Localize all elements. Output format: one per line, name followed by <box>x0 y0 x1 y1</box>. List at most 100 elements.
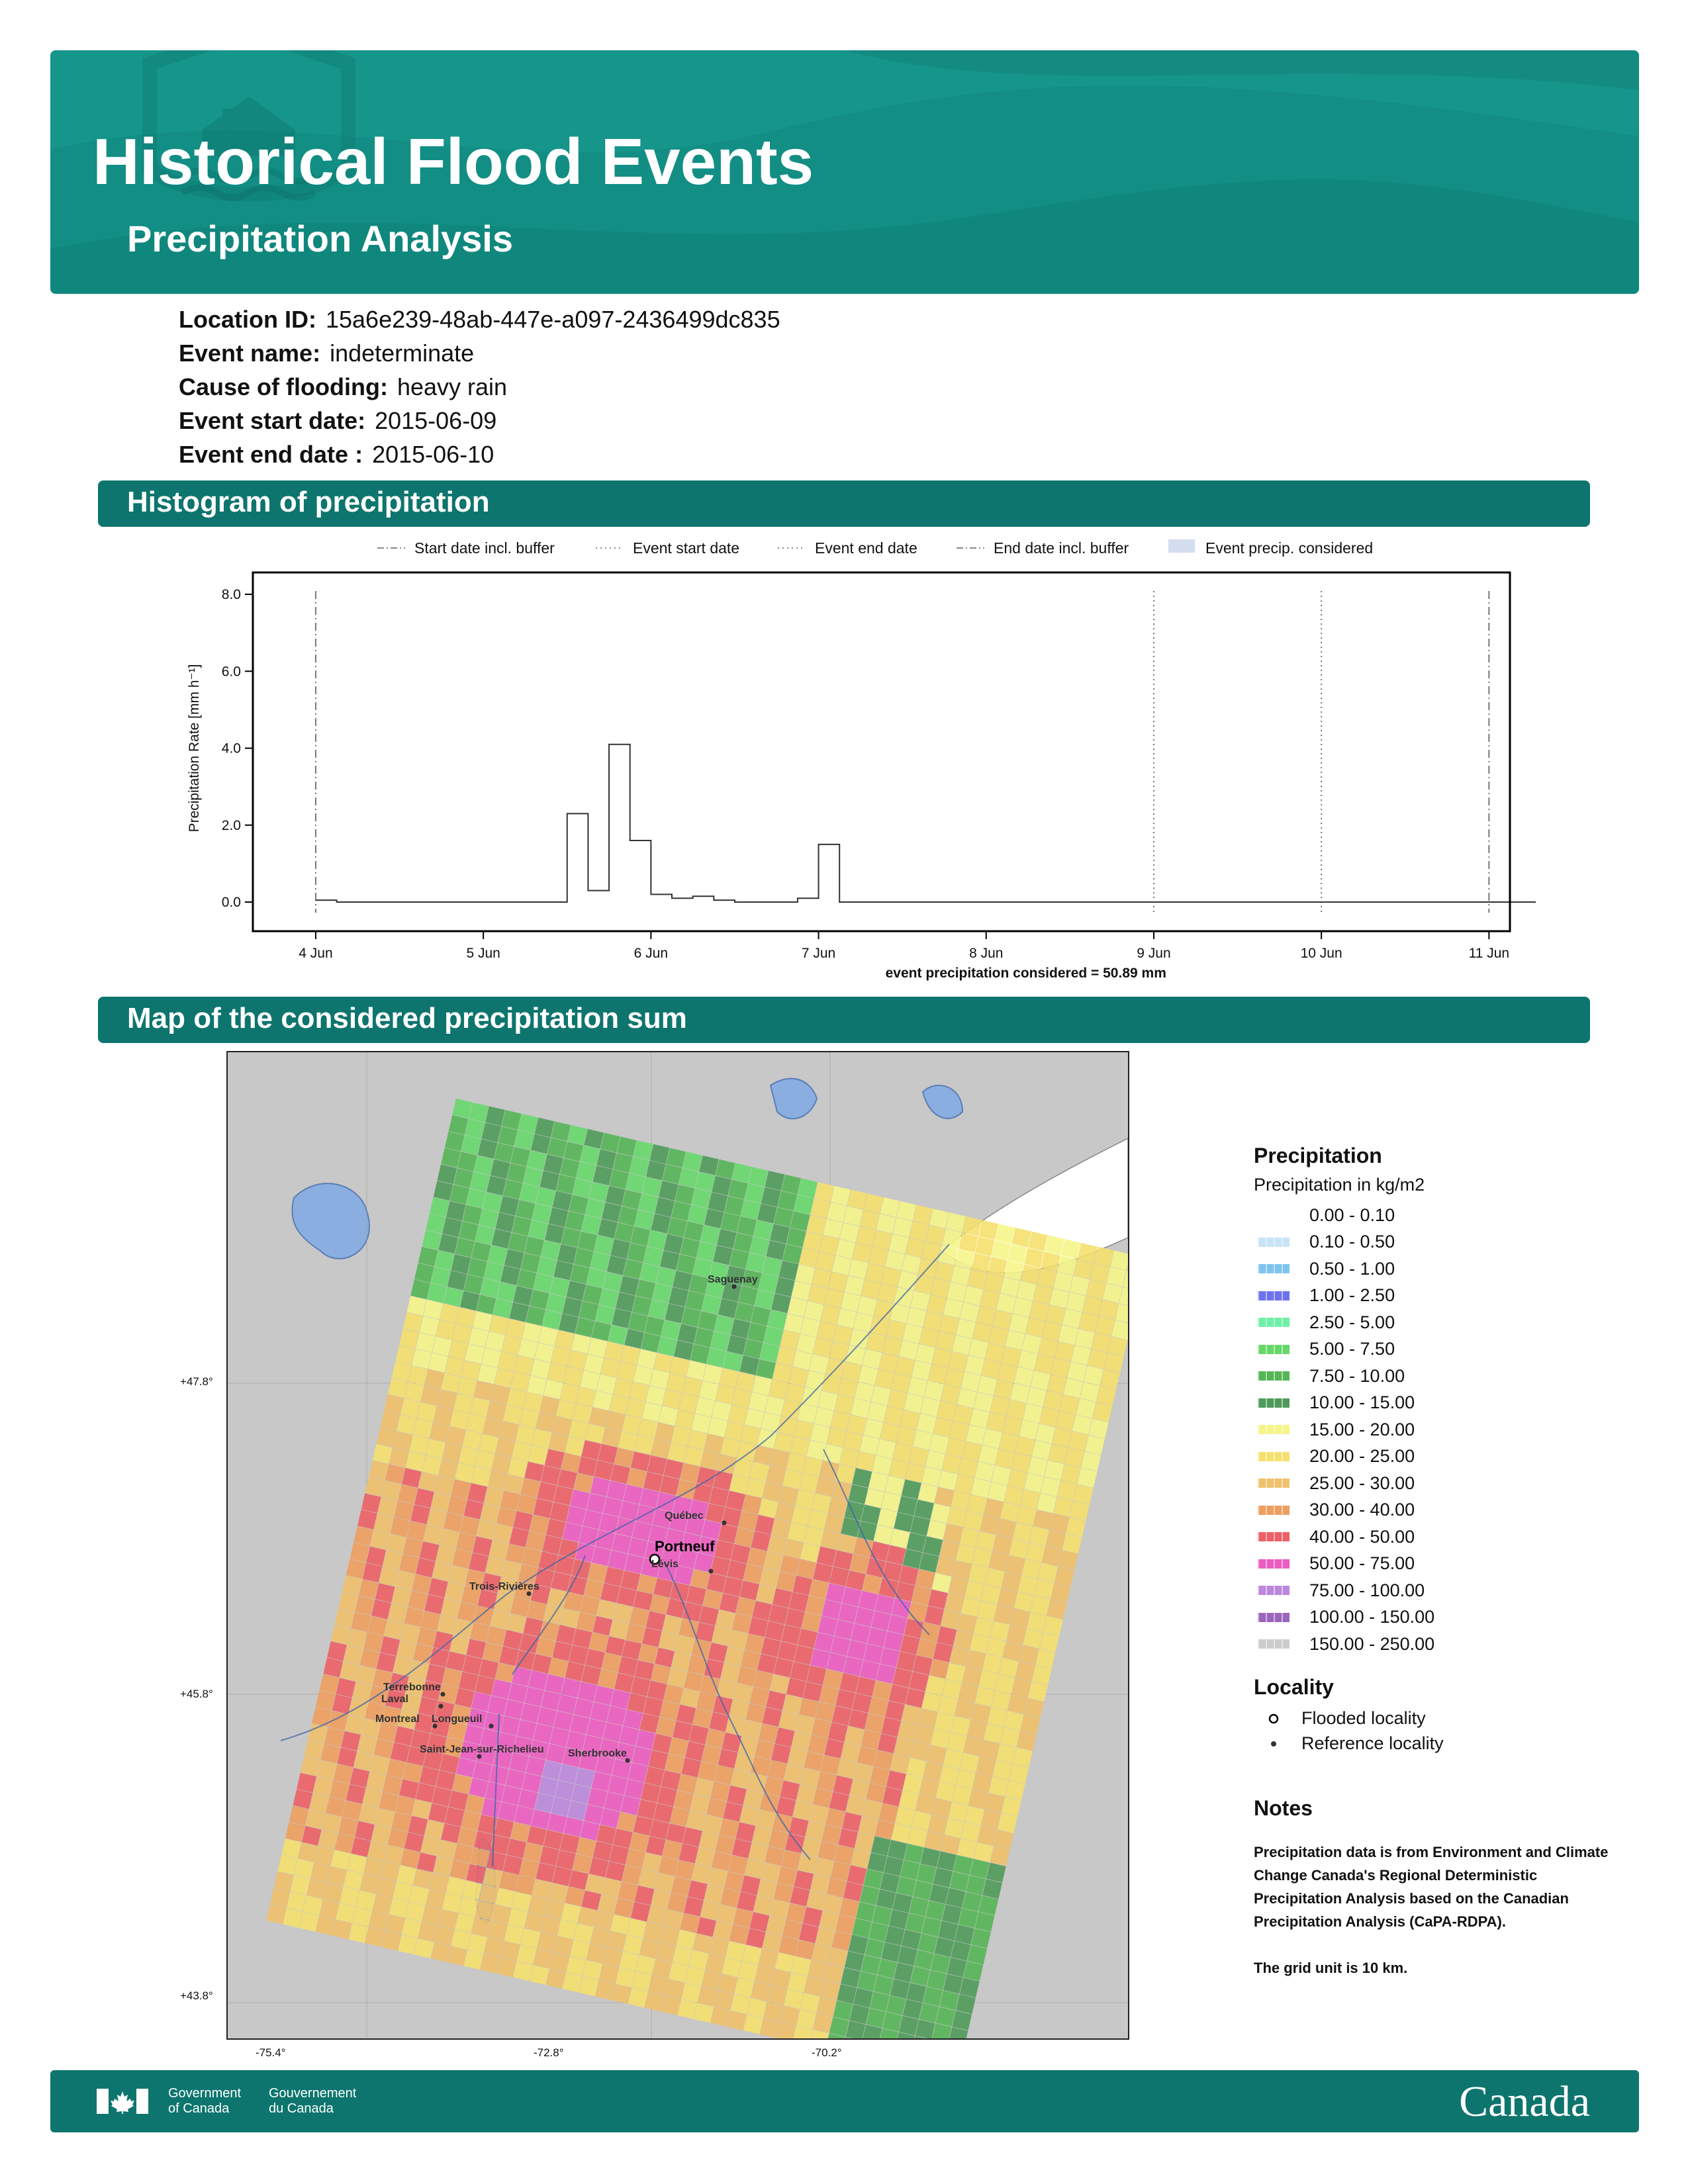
grid-cell <box>973 1842 994 1862</box>
grid-cell <box>344 1714 365 1735</box>
legend-swatch <box>1258 1371 1289 1381</box>
grid-cell <box>929 1433 949 1454</box>
grid-cell <box>945 1212 966 1232</box>
grid-cell <box>941 1679 962 1700</box>
grid-cell <box>813 1788 833 1808</box>
grid-cell <box>719 1818 739 1839</box>
grid-cell <box>505 1318 526 1339</box>
grid-cell <box>735 1822 756 1843</box>
grid-cell <box>682 1152 703 1172</box>
grid-cell <box>545 1968 566 1989</box>
grid-cell <box>1110 1250 1128 1271</box>
grid-cell <box>727 1785 747 1805</box>
grid-cell <box>974 1912 995 1932</box>
grid-cell <box>453 1843 474 1864</box>
grid-cell <box>852 1693 872 1713</box>
grid-cell <box>977 1826 998 1846</box>
grid-cell <box>484 1937 504 1958</box>
grid-cell <box>657 1786 677 1807</box>
grid-cell <box>510 1822 531 1843</box>
grid-cell <box>430 1267 451 1287</box>
grid-cell <box>780 1780 800 1801</box>
grid-cell <box>408 1590 428 1611</box>
legend-swatch <box>1258 1318 1289 1328</box>
grid-cell <box>930 1954 951 1974</box>
grid-cell <box>996 1518 1017 1539</box>
grid-cell <box>590 1251 610 1272</box>
grid-cell <box>533 1498 553 1518</box>
grid-cell <box>712 1400 732 1421</box>
grid-cell <box>376 1878 397 1898</box>
grid-cell <box>942 1454 962 1475</box>
grid-cell <box>508 1908 528 1929</box>
grid-cell <box>970 1703 991 1723</box>
gov-en-line1: Government <box>168 2086 242 2101</box>
grid-cell <box>708 1417 728 1437</box>
grid-cell <box>868 1471 889 1492</box>
grid-cell <box>656 1717 676 1737</box>
grid-cell <box>639 1263 660 1283</box>
grid-cell <box>704 1433 724 1454</box>
grid-cell <box>972 1547 992 1568</box>
grid-cell <box>777 1191 798 1211</box>
grid-cell <box>865 1938 885 1959</box>
grid-cell <box>618 1206 638 1226</box>
grid-cell <box>680 1463 700 1483</box>
grid-cell <box>583 1960 603 1980</box>
grid-cell <box>978 1445 999 1465</box>
gov-en-line2: of Canada <box>168 2101 230 2116</box>
grid-cell <box>415 1557 436 1578</box>
grid-cell <box>373 1739 394 1758</box>
grid-cell <box>688 1274 709 1295</box>
grid-cell <box>692 1933 713 1954</box>
grid-cell <box>767 1760 788 1780</box>
grid-cell <box>633 1140 653 1160</box>
lon-label-1: -75.4° <box>256 2046 286 2059</box>
grid-cell <box>758 1948 778 1969</box>
grid-cell <box>353 1526 374 1546</box>
grid-cell <box>1029 1300 1049 1321</box>
grid-cell <box>808 1960 828 1980</box>
legend-flooded-locality: Flooded locality <box>1254 1706 1624 1731</box>
gov-fr-text: Gouvernement du Canada <box>269 2086 356 2116</box>
grid-cell <box>675 1860 695 1880</box>
precipitation-map[interactable]: Saguenay Québec Portneuf Lévis Trois-Rivière… <box>226 1051 1129 2040</box>
grid-cell <box>933 1868 953 1888</box>
grid-cell <box>691 1639 712 1659</box>
grid-cell <box>663 1459 684 1479</box>
grid-cell <box>476 1295 496 1315</box>
grid-cell <box>510 1597 531 1617</box>
grid-cell <box>518 1339 538 1359</box>
grid-cell <box>609 1619 630 1640</box>
grid-cell <box>606 1931 627 1951</box>
grid-cell <box>591 1771 612 1792</box>
grid-cell <box>919 1328 939 1347</box>
grid-cell <box>414 1488 434 1508</box>
grid-cell <box>709 1712 729 1732</box>
grid-cell <box>610 1239 631 1259</box>
grid-cell <box>844 1726 865 1746</box>
grid-cell <box>383 1550 403 1570</box>
grid-cell <box>501 1785 522 1805</box>
grid-cell <box>679 1168 699 1189</box>
legend-item-label: 20.00 - 25.00 <box>1309 1446 1415 1467</box>
grid-cell <box>418 1246 438 1267</box>
grid-cell <box>687 1430 708 1450</box>
grid-cell <box>563 1142 584 1161</box>
grid-cell <box>734 1302 755 1322</box>
grid-cell <box>773 1883 794 1903</box>
grid-cell <box>963 1736 984 1756</box>
grid-cell <box>741 1875 761 1895</box>
grid-cell <box>406 1521 427 1541</box>
grid-cell <box>935 1556 956 1576</box>
grid-cell <box>731 1163 752 1183</box>
grid-cell <box>516 1719 537 1740</box>
grid-cell <box>587 1563 608 1583</box>
grid-cell <box>649 1819 670 1840</box>
grid-cell <box>738 1961 759 1981</box>
grid-cell <box>412 1574 432 1594</box>
grid-cell <box>619 1726 639 1746</box>
grid-cell <box>627 1918 647 1938</box>
grid-cell <box>499 1871 519 1891</box>
grid-cell <box>466 1188 487 1208</box>
